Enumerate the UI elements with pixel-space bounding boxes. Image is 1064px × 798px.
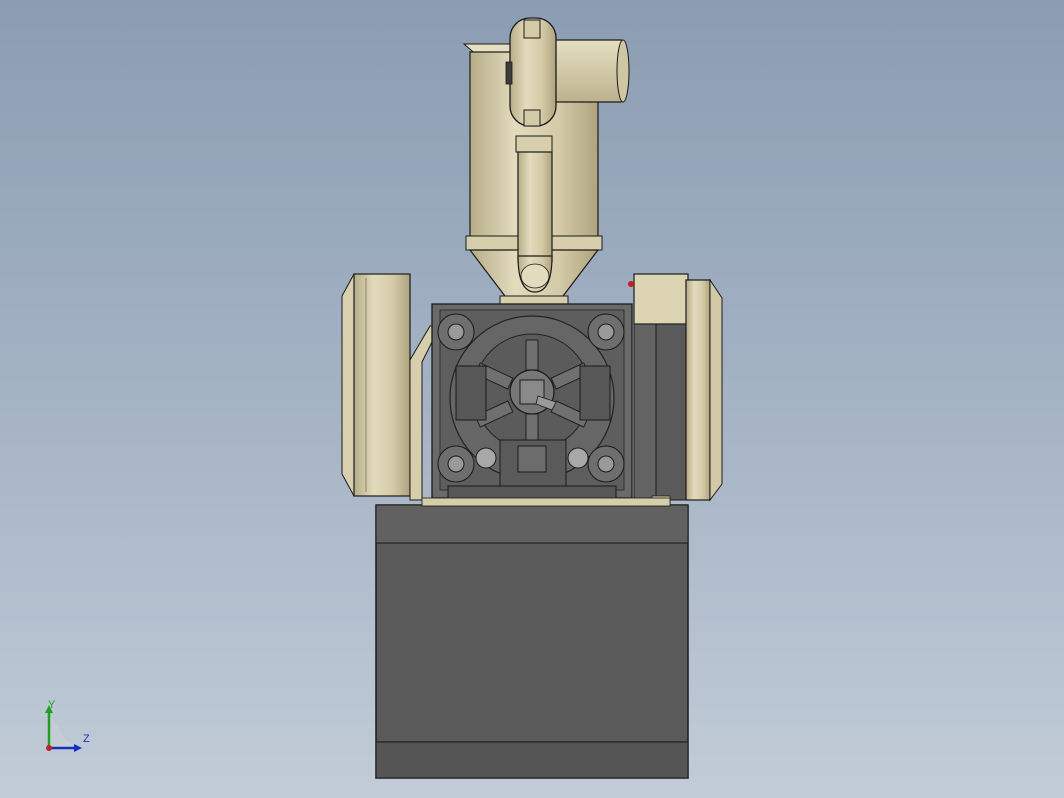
triad-plane-icon [49, 714, 78, 748]
x-axis-arrow-icon [46, 745, 52, 751]
base-cabinet[interactable] [375, 504, 689, 779]
right-control-panel[interactable] [628, 273, 723, 505]
return-pipe[interactable] [515, 135, 553, 293]
machine-model-front-view[interactable] [0, 0, 1064, 798]
left-control-panel[interactable] [341, 273, 441, 501]
cad-viewport[interactable]: Y Z [0, 0, 1064, 798]
indicator-light-icon [628, 281, 634, 287]
central-mechanism[interactable] [421, 303, 671, 507]
triad-z-label: Z [83, 733, 90, 745]
triad-y-label: Y [48, 699, 56, 711]
